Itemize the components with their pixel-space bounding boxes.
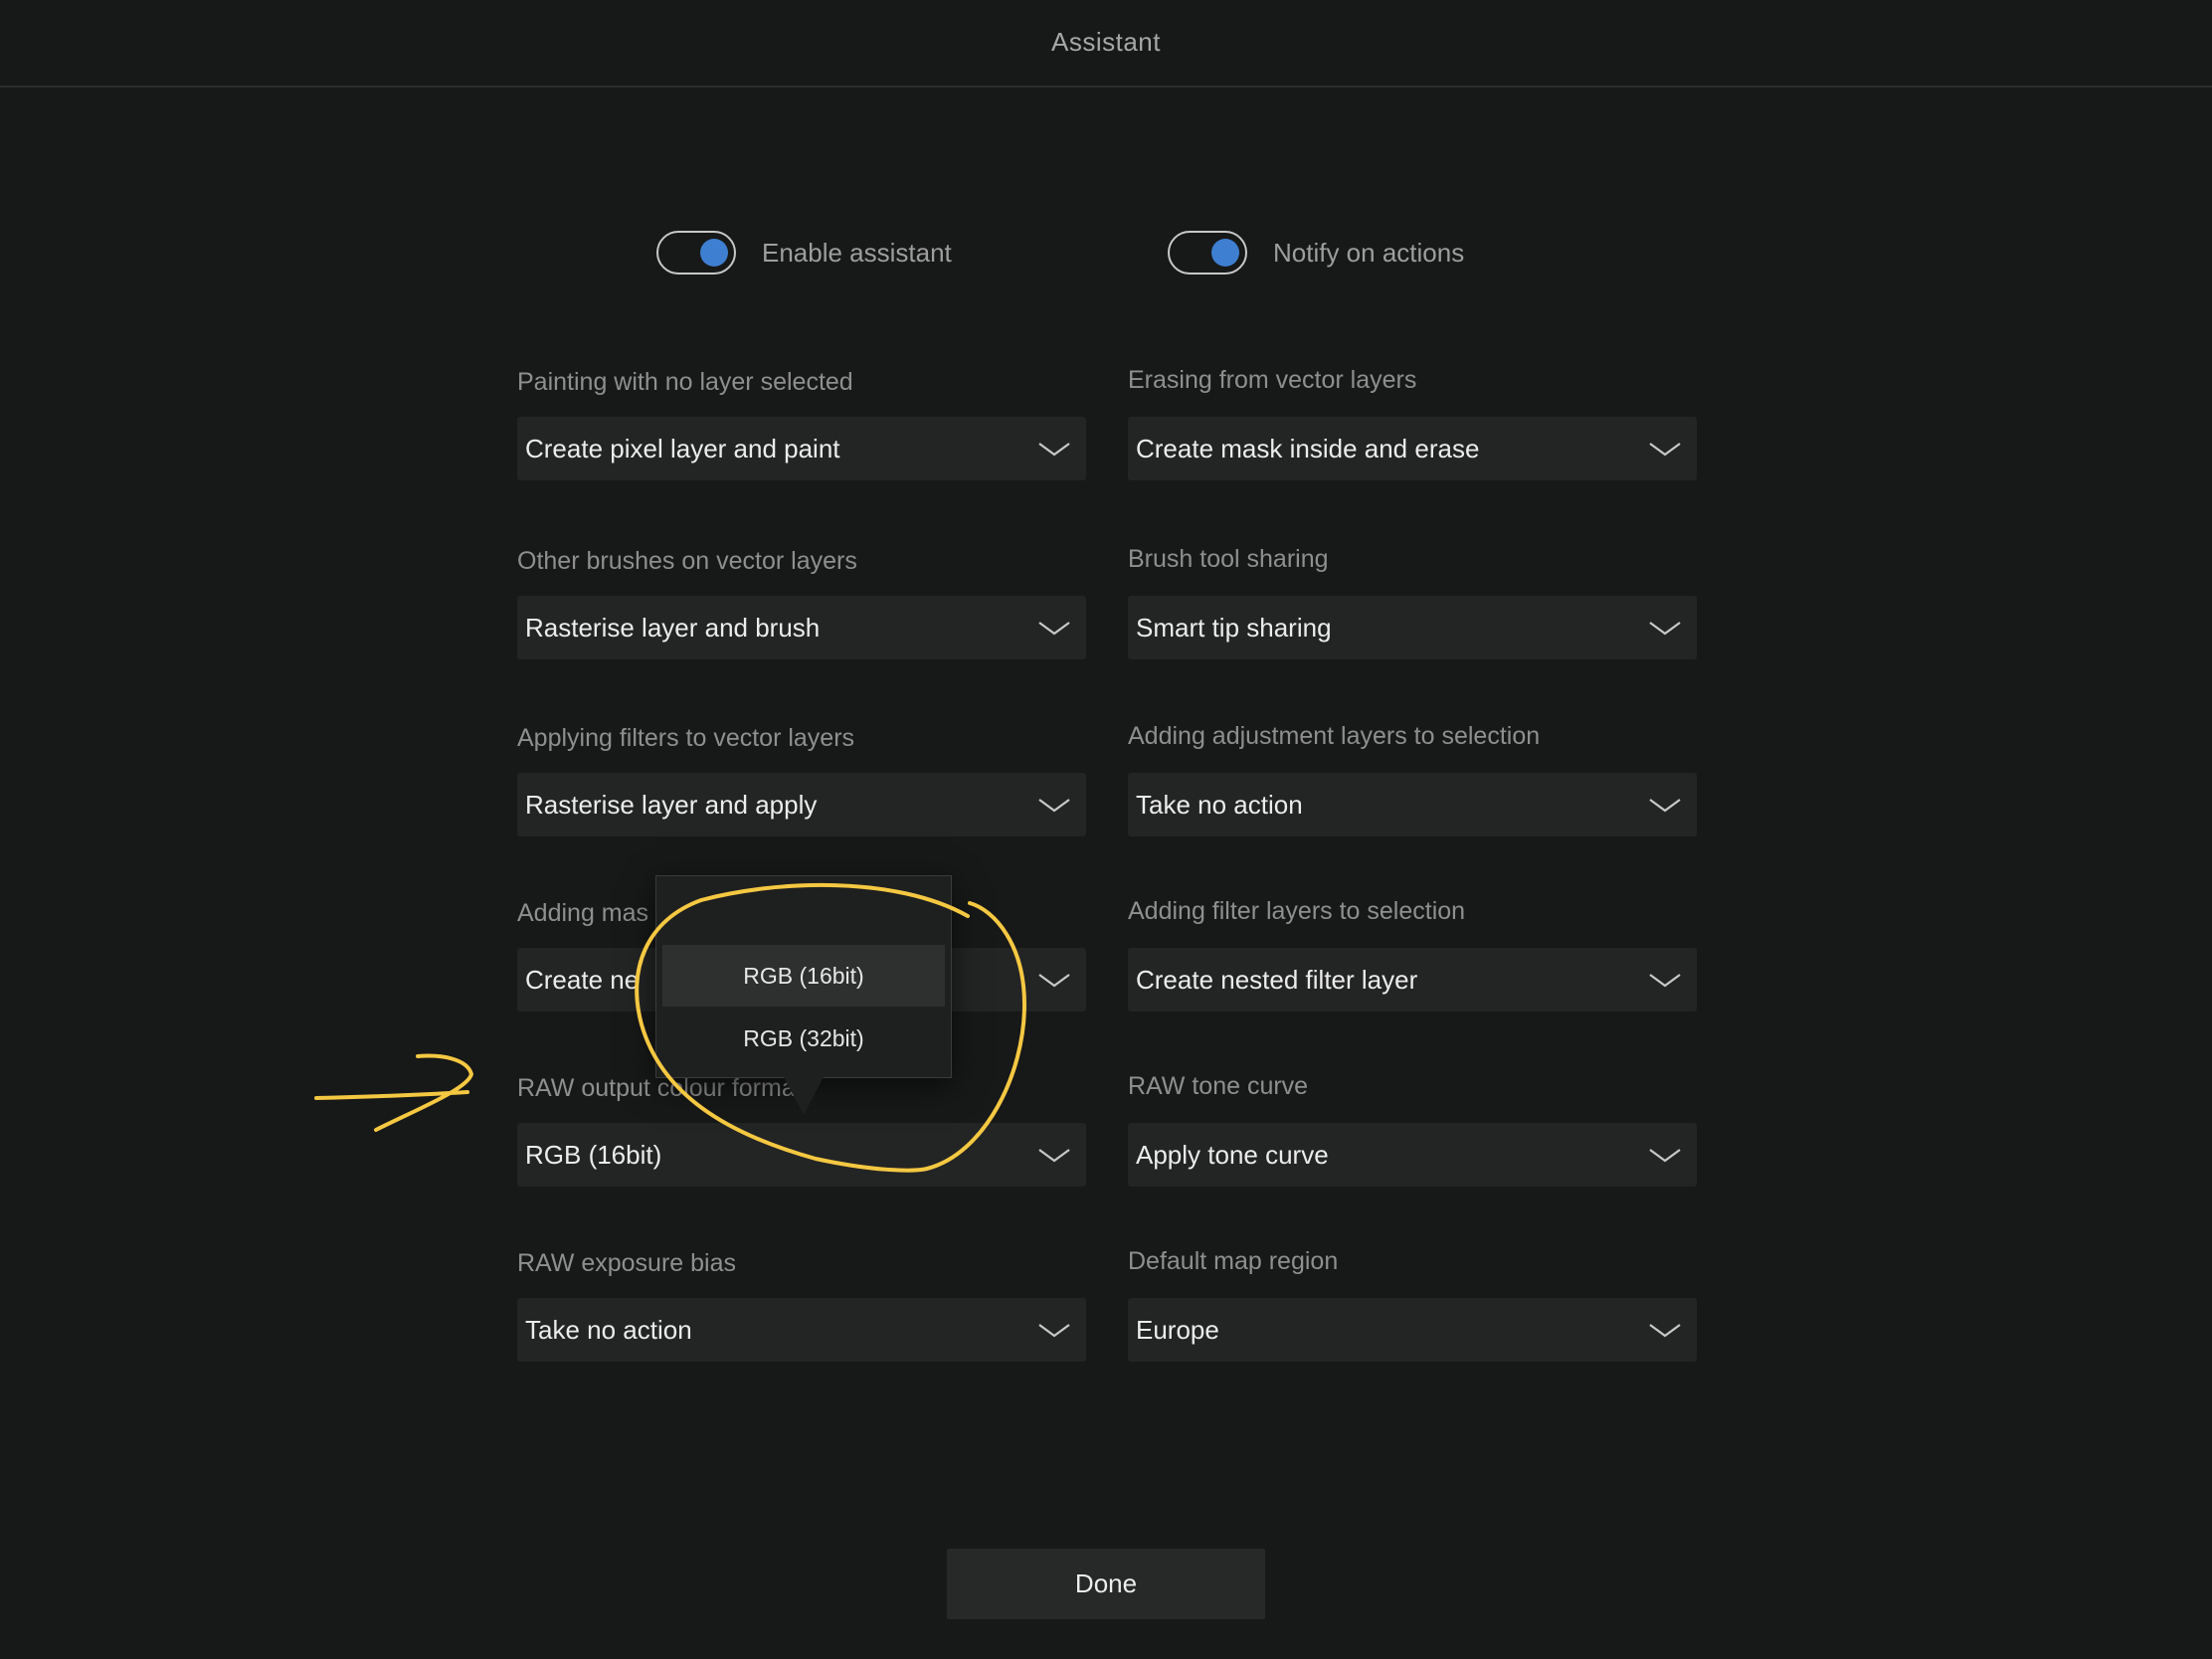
chevron-down-icon — [1649, 622, 1681, 636]
popover-arrow — [784, 1077, 824, 1115]
painting-no-layer-label: Painting with no layer selected — [517, 368, 853, 396]
raw-exposure-bias-label: RAW exposure bias — [517, 1249, 736, 1277]
chevron-down-icon — [1038, 622, 1070, 636]
popover-option-rgb-32bit[interactable]: RGB (32bit) — [662, 1008, 945, 1069]
select-value: Rasterise layer and apply — [525, 790, 818, 820]
annotation-arrow — [314, 1053, 473, 1132]
toggle-knob — [1211, 239, 1239, 267]
colour-format-popover: RGB (16bit) RGB (32bit) — [655, 875, 952, 1078]
other-brushes-select[interactable]: Rasterise layer and brush — [517, 596, 1086, 659]
annotation-overlay — [314, 882, 1026, 1173]
chevron-down-icon — [1038, 1149, 1070, 1163]
select-value: Create mask inside and erase — [1136, 434, 1480, 463]
raw-output-colour-select[interactable]: RGB (16bit) — [517, 1123, 1086, 1187]
chevron-down-icon — [1038, 799, 1070, 813]
select-value: Take no action — [525, 1315, 692, 1345]
notify-on-actions-label: Notify on actions — [1273, 237, 1465, 268]
other-brushes-label: Other brushes on vector layers — [517, 547, 857, 575]
select-value: Take no action — [1136, 790, 1303, 820]
select-value: Smart tip sharing — [1136, 613, 1332, 643]
chevron-down-icon — [1649, 1324, 1681, 1338]
erasing-vector-select[interactable]: Create mask inside and erase — [1128, 417, 1697, 480]
filter-layers-select[interactable]: Create nested filter layer — [1128, 948, 1697, 1012]
header-bar: Assistant — [0, 0, 2212, 88]
enable-assistant-label: Enable assistant — [762, 237, 952, 268]
adjustment-layers-select[interactable]: Take no action — [1128, 773, 1697, 836]
chevron-down-icon — [1038, 974, 1070, 988]
filter-layers-label: Adding filter layers to selection — [1128, 897, 1466, 925]
applying-filters-select[interactable]: Rasterise layer and apply — [517, 773, 1086, 836]
chevron-down-icon — [1649, 1149, 1681, 1163]
notify-on-actions-toggle-group: Notify on actions — [1168, 228, 1464, 277]
select-value: Rasterise layer and brush — [525, 613, 821, 643]
enable-assistant-toggle-group: Enable assistant — [656, 228, 952, 277]
brush-tool-sharing-label: Brush tool sharing — [1128, 545, 1329, 573]
select-value: Europe — [1136, 1315, 1219, 1345]
applying-filters-label: Applying filters to vector layers — [517, 724, 855, 752]
notify-on-actions-toggle[interactable] — [1168, 231, 1247, 275]
adding-masks-label: Adding mas — [517, 899, 649, 927]
chevron-down-icon — [1649, 443, 1681, 457]
chevron-down-icon — [1038, 1324, 1070, 1338]
default-map-region-label: Default map region — [1128, 1247, 1339, 1275]
select-value: Create pixel layer and paint — [525, 434, 840, 463]
done-button[interactable]: Done — [947, 1549, 1265, 1619]
select-value: Create nested filter layer — [1136, 965, 1418, 995]
chevron-down-icon — [1038, 443, 1070, 457]
raw-exposure-bias-select[interactable]: Take no action — [517, 1298, 1086, 1362]
painting-no-layer-select[interactable]: Create pixel layer and paint — [517, 417, 1086, 480]
raw-output-colour-label: RAW output colour format — [517, 1074, 803, 1102]
page-title: Assistant — [1051, 27, 1161, 57]
popover-option-rgb-16bit[interactable]: RGB (16bit) — [662, 945, 945, 1007]
select-value: Create ne — [525, 965, 640, 995]
chevron-down-icon — [1649, 974, 1681, 988]
enable-assistant-toggle[interactable] — [656, 231, 736, 275]
raw-tone-curve-label: RAW tone curve — [1128, 1072, 1309, 1100]
brush-tool-sharing-select[interactable]: Smart tip sharing — [1128, 596, 1697, 659]
adjustment-layers-label: Adding adjustment layers to selection — [1128, 722, 1541, 750]
erasing-vector-label: Erasing from vector layers — [1128, 366, 1417, 394]
select-value: RGB (16bit) — [525, 1140, 662, 1170]
default-map-region-select[interactable]: Europe — [1128, 1298, 1697, 1362]
toggle-knob — [700, 239, 728, 267]
raw-tone-curve-select[interactable]: Apply tone curve — [1128, 1123, 1697, 1187]
chevron-down-icon — [1649, 799, 1681, 813]
select-value: Apply tone curve — [1136, 1140, 1329, 1170]
